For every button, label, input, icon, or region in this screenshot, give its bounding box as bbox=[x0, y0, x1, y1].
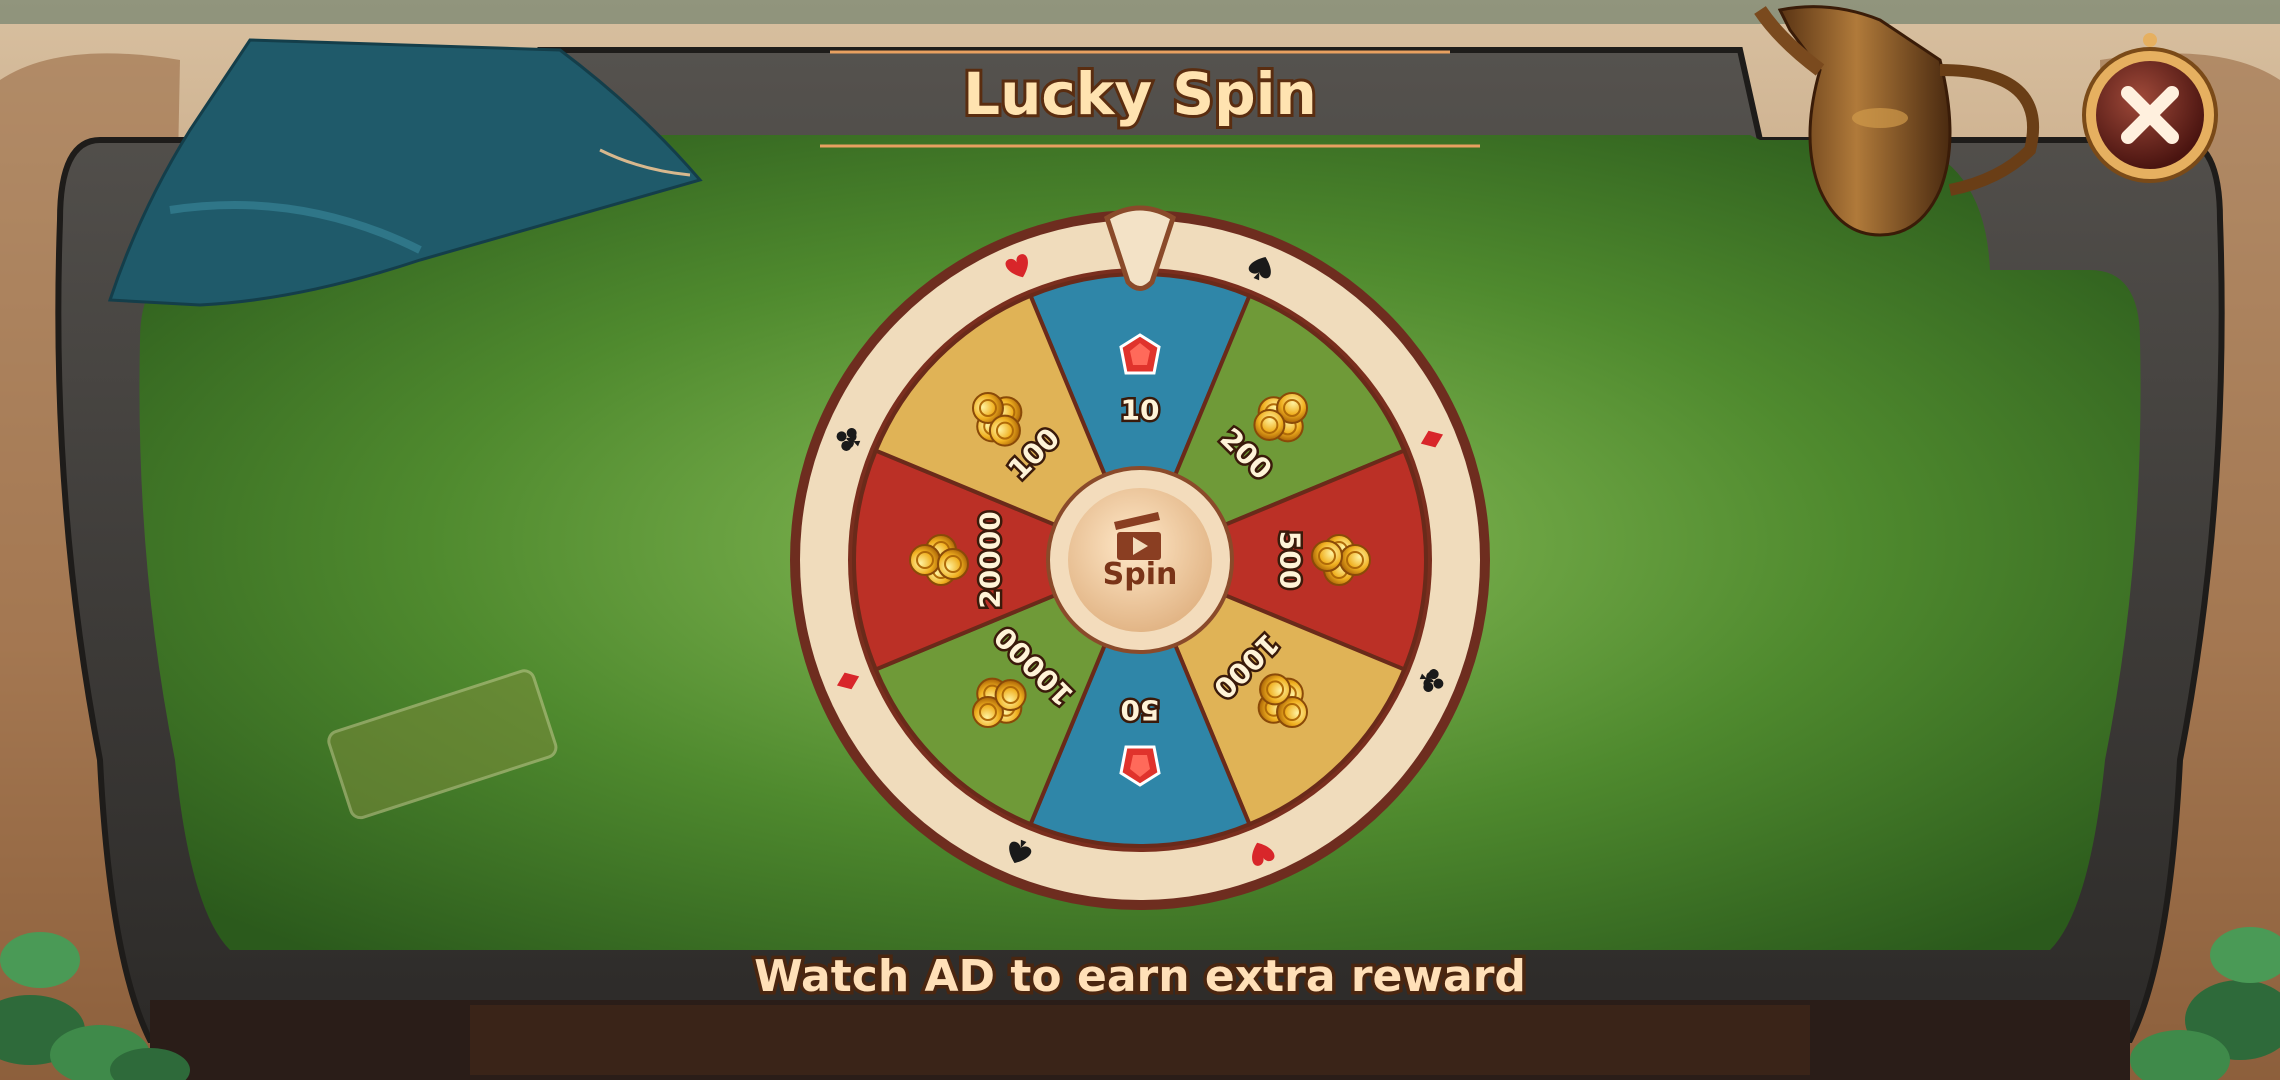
bottom-panel bbox=[470, 1005, 1810, 1075]
spin-wheel: 102005001000501000020000100 Spin bbox=[790, 205, 1490, 910]
footer-hint: Watch AD to earn extra reward bbox=[754, 951, 1526, 1002]
spin-label: Spin bbox=[1103, 557, 1178, 592]
top-trim bbox=[0, 0, 2280, 24]
wheel-segment-label: 20000 bbox=[974, 511, 1007, 608]
lucky-spin-screen: Lucky Spin 102005001000501000020000100 S… bbox=[0, 0, 2280, 1080]
spin-button[interactable]: Spin bbox=[1046, 466, 1234, 654]
title: Lucky Spin bbox=[963, 60, 1317, 128]
wheel-segment-label: 50 bbox=[1121, 694, 1160, 727]
wheel-segment-label: 10 bbox=[1121, 394, 1160, 427]
wheel-segment-label: 500 bbox=[1274, 531, 1307, 589]
